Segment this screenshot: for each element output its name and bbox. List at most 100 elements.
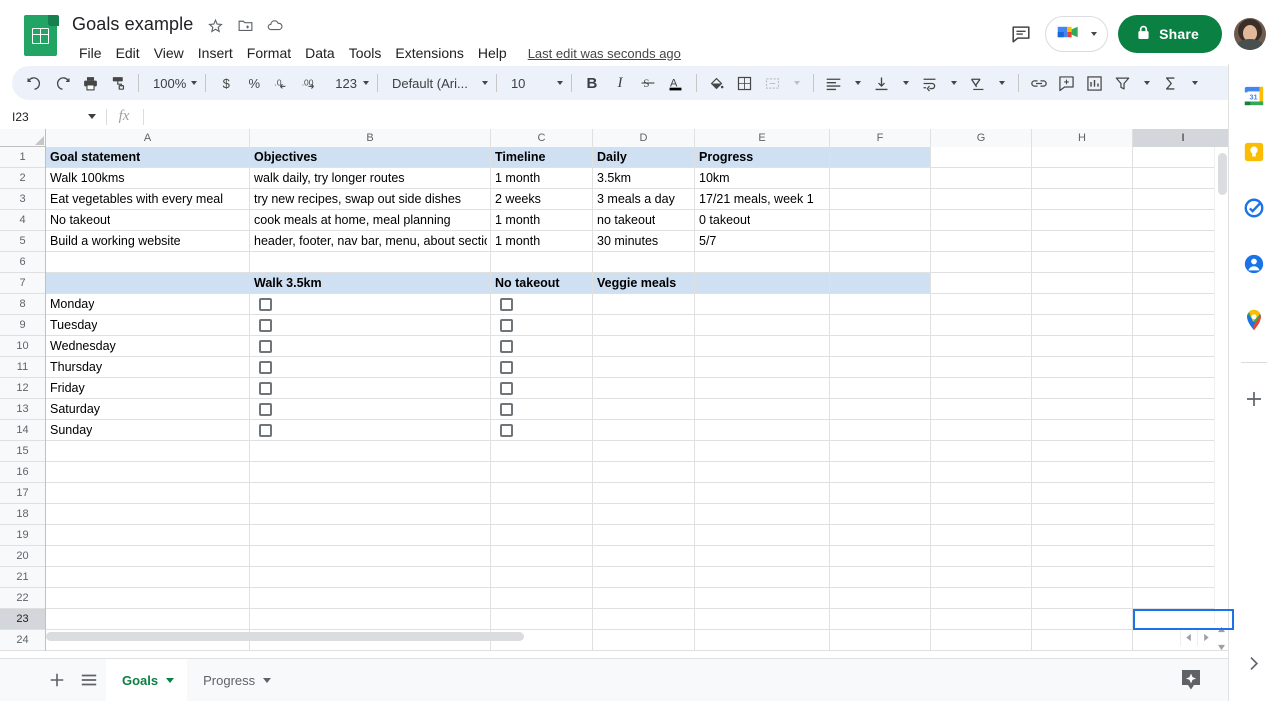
scroll-right-button[interactable] <box>1197 629 1214 646</box>
insert-chart-icon[interactable] <box>1081 69 1109 97</box>
add-sheet-icon[interactable] <box>42 665 72 695</box>
cell-H20[interactable] <box>1032 546 1133 567</box>
row-header-6[interactable]: 6 <box>0 252 45 273</box>
checkbox[interactable] <box>500 381 513 395</box>
filter-chevron-down-icon[interactable] <box>1137 81 1157 85</box>
cell-G6[interactable] <box>931 252 1032 273</box>
cell-B23[interactable] <box>250 609 491 630</box>
row-header-9[interactable]: 9 <box>0 315 45 336</box>
decrease-decimal-button[interactable]: .0 <box>268 69 296 97</box>
cell-D19[interactable] <box>593 525 695 546</box>
halign-chevron-down-icon[interactable] <box>848 81 868 85</box>
cell-B14[interactable] <box>250 420 491 441</box>
sheets-logo-icon[interactable] <box>24 12 59 58</box>
cell-G17[interactable] <box>931 483 1032 504</box>
comment-history-icon[interactable] <box>1001 14 1041 54</box>
google-tasks-icon[interactable] <box>1236 190 1272 226</box>
column-header-c[interactable]: C <box>491 129 593 147</box>
cell-E9[interactable] <box>695 315 830 336</box>
text-wrap-icon[interactable] <box>916 69 944 97</box>
column-header-i[interactable]: I <box>1133 129 1234 147</box>
sheet-tab-progress[interactable]: Progress <box>187 659 284 701</box>
cell-G14[interactable] <box>931 420 1032 441</box>
checkbox[interactable] <box>500 423 513 437</box>
cell-D5[interactable]: 30 minutes <box>593 231 695 252</box>
sheet-tab-chevron-down-icon[interactable] <box>263 677 272 683</box>
vertical-align-icon[interactable] <box>868 69 896 97</box>
percent-format-button[interactable]: % <box>240 69 268 97</box>
cell-E22[interactable] <box>695 588 830 609</box>
cell-E3[interactable]: 17/21 meals, week 1 <box>695 189 830 210</box>
cell-E16[interactable] <box>695 462 830 483</box>
cell-H7[interactable] <box>1032 273 1133 294</box>
cell-E20[interactable] <box>695 546 830 567</box>
cell-H9[interactable] <box>1032 315 1133 336</box>
cell-F17[interactable] <box>830 483 931 504</box>
row-header-20[interactable]: 20 <box>0 546 45 567</box>
cell-D10[interactable] <box>593 336 695 357</box>
checkbox[interactable] <box>259 381 272 395</box>
row-header-18[interactable]: 18 <box>0 504 45 525</box>
cell-A22[interactable] <box>46 588 250 609</box>
redo-icon[interactable] <box>48 69 76 97</box>
cell-G20[interactable] <box>931 546 1032 567</box>
cell-A17[interactable] <box>46 483 250 504</box>
cell-B21[interactable] <box>250 567 491 588</box>
row-header-8[interactable]: 8 <box>0 294 45 315</box>
cell-C4[interactable]: 1 month <box>491 210 593 231</box>
cell-C23[interactable] <box>491 609 593 630</box>
increase-decimal-button[interactable]: .00 <box>296 69 326 97</box>
cell-H21[interactable] <box>1032 567 1133 588</box>
move-to-folder-icon[interactable] <box>232 12 258 38</box>
cell-H2[interactable] <box>1032 168 1133 189</box>
cell-E8[interactable] <box>695 294 830 315</box>
text-color-button[interactable]: A <box>662 69 690 97</box>
cell-E12[interactable] <box>695 378 830 399</box>
share-button[interactable]: Share <box>1118 15 1222 53</box>
scroll-down-button[interactable] <box>1214 641 1228 653</box>
cell-D2[interactable]: 3.5km <box>593 168 695 189</box>
sheet-tab-chevron-down-icon[interactable] <box>166 677 175 683</box>
cell-A1[interactable]: Goal statement <box>46 147 250 168</box>
wrap-chevron-down-icon[interactable] <box>944 81 964 85</box>
cell-G15[interactable] <box>931 441 1032 462</box>
row-header-1[interactable]: 1 <box>0 147 45 168</box>
cell-A14[interactable]: Sunday <box>46 420 250 441</box>
cell-A12[interactable]: Friday <box>46 378 250 399</box>
font-family-select[interactable]: Default (Ari... <box>384 69 490 97</box>
cell-C12[interactable] <box>491 378 593 399</box>
checkbox[interactable] <box>500 402 513 416</box>
cell-B20[interactable] <box>250 546 491 567</box>
cell-E13[interactable] <box>695 399 830 420</box>
cloud-saved-icon[interactable] <box>262 12 288 38</box>
google-calendar-icon[interactable]: 31 <box>1236 78 1272 114</box>
fill-color-icon[interactable] <box>703 69 731 97</box>
cell-B16[interactable] <box>250 462 491 483</box>
menu-file[interactable]: File <box>72 42 109 65</box>
all-sheets-icon[interactable] <box>74 665 104 695</box>
cell-E1[interactable]: Progress <box>695 147 830 168</box>
cell-E6[interactable] <box>695 252 830 273</box>
cell-H11[interactable] <box>1032 357 1133 378</box>
column-header-e[interactable]: E <box>695 129 830 147</box>
menu-tools[interactable]: Tools <box>342 42 389 65</box>
row-header-7[interactable]: 7 <box>0 273 45 294</box>
cell-D4[interactable]: no takeout <box>593 210 695 231</box>
cell-B13[interactable] <box>250 399 491 420</box>
cell-C21[interactable] <box>491 567 593 588</box>
rotation-chevron-down-icon[interactable] <box>992 81 1012 85</box>
cell-D7[interactable]: Veggie meals <box>593 273 695 294</box>
cell-H5[interactable] <box>1032 231 1133 252</box>
print-icon[interactable] <box>76 69 104 97</box>
functions-chevron-down-icon[interactable] <box>1185 81 1205 85</box>
cell-F2[interactable] <box>830 168 931 189</box>
cell-F11[interactable] <box>830 357 931 378</box>
cell-C19[interactable] <box>491 525 593 546</box>
cell-E11[interactable] <box>695 357 830 378</box>
cell-B5[interactable]: header, footer, nav bar, menu, about sec… <box>250 231 491 252</box>
currency-format-button[interactable]: $ <box>212 69 240 97</box>
cell-F23[interactable] <box>830 609 931 630</box>
cell-G22[interactable] <box>931 588 1032 609</box>
cell-A23[interactable] <box>46 609 250 630</box>
cell-C3[interactable]: 2 weeks <box>491 189 593 210</box>
